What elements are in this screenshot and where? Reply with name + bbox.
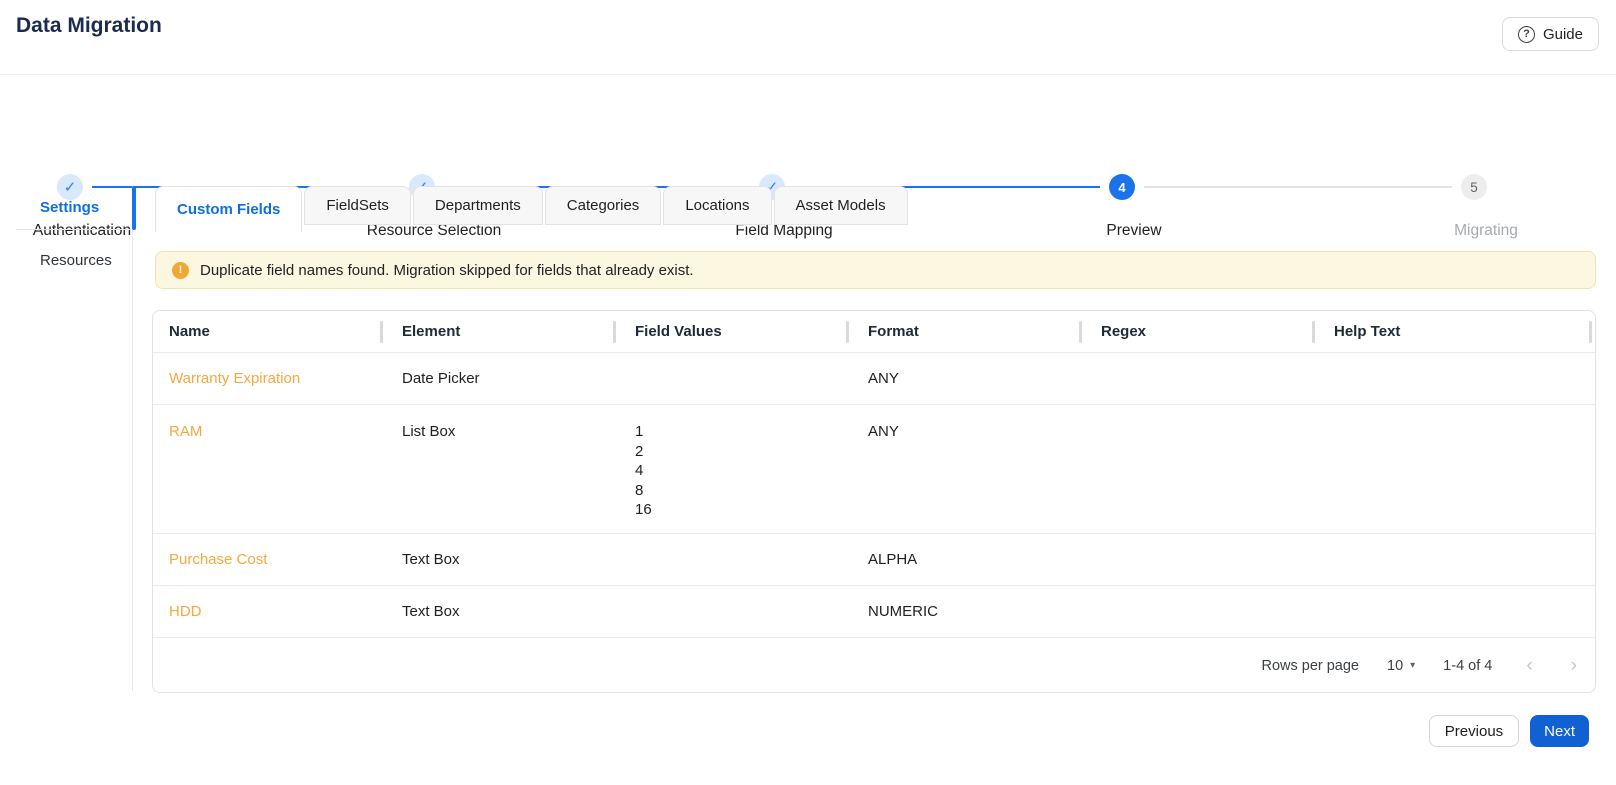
column-header-label: Element (402, 323, 461, 340)
tab-locations[interactable]: Locations (663, 186, 772, 225)
warning-icon: ! (172, 261, 189, 279)
column-header-field-values: Field Values (619, 311, 852, 352)
field-value-item: 8 (635, 481, 644, 499)
step-4-label: Preview (1106, 222, 1162, 239)
table-header-row: Name Element Field Values Format Regex H… (153, 311, 1595, 353)
footer-actions: Previous Next (1428, 715, 1589, 747)
stepper: ✓ ✓ ✓ 4 5 Authentication Resource Select… (0, 75, 1616, 239)
sidebar-item-label: Settings (40, 199, 100, 216)
element-cell: List Box (402, 423, 456, 440)
stepper-connector-4 (1144, 186, 1452, 188)
help-circle-icon: ? (1517, 25, 1535, 43)
pagination-range: 1-4 of 4 (1443, 657, 1493, 674)
step-5-circle: 5 (1461, 174, 1487, 200)
column-header-label: Help Text (1334, 323, 1401, 340)
table-row: Purchase Cost Text Box ALPHA (153, 534, 1595, 586)
sidebar-item-label: Resources (40, 251, 112, 269)
column-header-label: Regex (1101, 323, 1147, 340)
step-5-number: 5 (1470, 179, 1478, 195)
previous-button[interactable]: Previous (1428, 715, 1520, 747)
page-title: Data Migration (16, 14, 162, 37)
table-row: RAM List Box 1 2 4 8 16 ANY (153, 405, 1595, 534)
next-button[interactable]: Next (1530, 715, 1589, 747)
pager: ‹ › (1526, 656, 1577, 675)
custom-fields-table: Name Element Field Values Format Regex H… (152, 310, 1596, 693)
column-header-regex: Regex (1085, 311, 1318, 352)
column-header-format: Format (852, 311, 1085, 352)
warning-banner: ! Duplicate field names found. Migration… (155, 251, 1596, 289)
format-cell: NUMERIC (868, 602, 938, 620)
field-name-link[interactable]: RAM (169, 423, 202, 440)
dropdown-arrow-icon: ▾ (1410, 660, 1416, 671)
field-value-item: 1 (635, 423, 644, 440)
element-cell: Text Box (402, 550, 460, 568)
active-item-indicator (132, 186, 136, 230)
step-4-number: 4 (1118, 179, 1126, 195)
element-cell: Text Box (402, 602, 460, 620)
table-row: HDD Text Box NUMERIC (153, 586, 1595, 638)
sidebar-item-settings[interactable]: Settings (16, 186, 136, 230)
name-cell: RAM (153, 405, 386, 442)
field-values-cell: 1 2 4 8 16 (619, 405, 852, 520)
column-resize-handle[interactable] (1589, 321, 1592, 343)
column-header-label: Name (169, 323, 210, 340)
guide-button-label: Guide (1542, 25, 1583, 43)
rows-per-page-value: 10 (1387, 657, 1404, 674)
format-cell: ALPHA (868, 550, 918, 568)
rows-per-page-select[interactable]: 10 ▾ (1387, 658, 1415, 674)
column-header-name: Name (153, 311, 386, 352)
tab-asset-models[interactable]: Asset Models (773, 186, 908, 225)
field-value-item: 16 (635, 501, 652, 518)
column-header-label: Field Values (635, 323, 722, 340)
column-resize-handle[interactable] (846, 321, 849, 343)
step-4-circle: 4 (1109, 174, 1135, 200)
tab-custom-fields[interactable]: Custom Fields (155, 186, 303, 232)
tab-categories[interactable]: Categories (544, 186, 662, 225)
table-pagination: Rows per page 10 ▾ 1-4 of 4 ‹ › (153, 638, 1595, 692)
field-name-link[interactable]: HDD (169, 603, 202, 620)
chevron-left-icon[interactable]: ‹ (1526, 656, 1532, 675)
help-text-cell (1318, 405, 1595, 422)
column-resize-handle[interactable] (613, 321, 616, 343)
format-cell: ANY (868, 369, 899, 387)
warning-text: Duplicate field names found. Migration s… (200, 261, 694, 279)
field-name-link[interactable]: Warranty Expiration (169, 370, 300, 387)
column-header-label: Format (868, 323, 919, 340)
column-header-help-text: Help Text (1318, 311, 1595, 352)
tab-departments[interactable]: Departments (412, 186, 543, 225)
field-value-item: 4 (635, 462, 644, 479)
table-row: Warranty Expiration Date Picker ANY (153, 353, 1595, 405)
element-cell: Date Picker (402, 369, 480, 387)
regex-cell (1085, 405, 1318, 422)
field-value-item: 2 (635, 442, 644, 460)
chevron-right-icon[interactable]: › (1571, 656, 1577, 675)
field-name-link[interactable]: Purchase Cost (169, 551, 267, 568)
column-resize-handle[interactable] (380, 321, 383, 343)
format-cell: ANY (868, 423, 899, 440)
name-cell: Warranty Expiration (153, 369, 386, 389)
name-cell: Purchase Cost (153, 550, 386, 570)
guide-button[interactable]: ? Guide (1501, 17, 1599, 51)
rows-per-page-label: Rows per page (1261, 657, 1359, 674)
tab-fieldsets[interactable]: FieldSets (304, 186, 411, 225)
sidebar-item-resources[interactable]: Resources (16, 238, 133, 282)
step-5-label: Migrating (1454, 222, 1518, 239)
column-resize-handle[interactable] (1312, 321, 1315, 343)
column-header-element: Element (386, 311, 619, 352)
column-resize-handle[interactable] (1079, 321, 1082, 343)
name-cell: HDD (153, 602, 386, 622)
tab-bar: Custom Fields FieldSets Departments Cate… (155, 186, 908, 232)
